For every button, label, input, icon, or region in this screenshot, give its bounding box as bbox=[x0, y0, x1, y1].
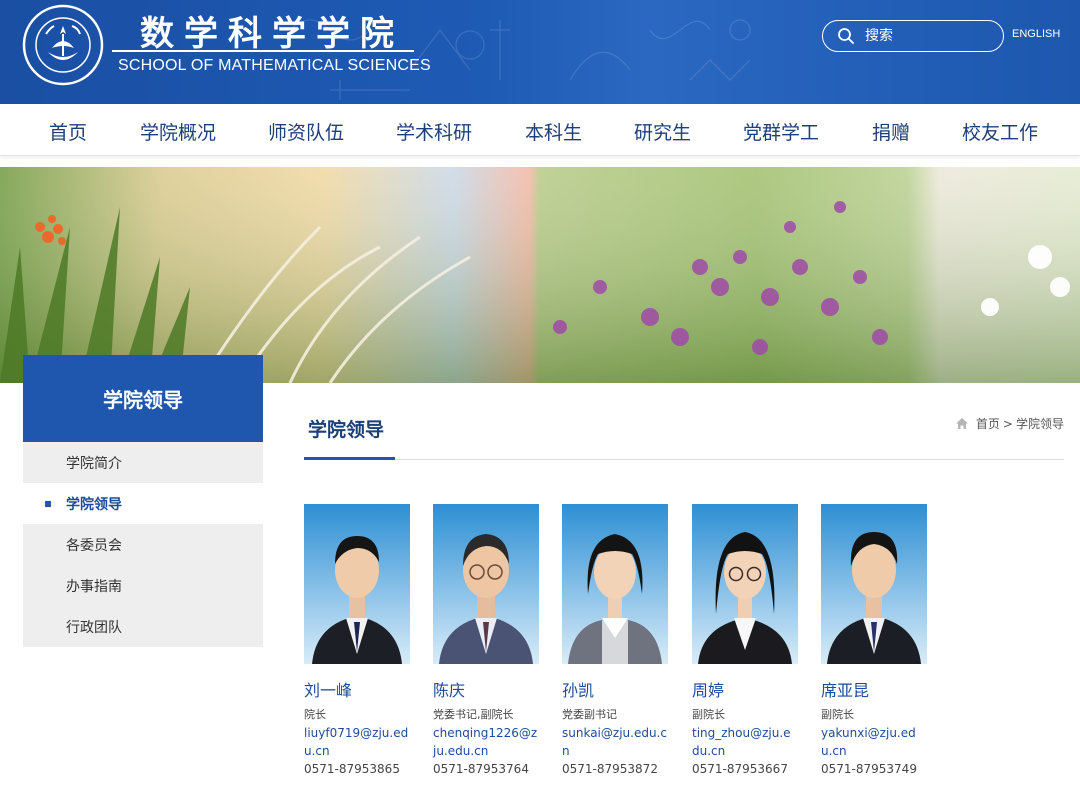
leader-photo[interactable] bbox=[821, 504, 927, 664]
leader-photo[interactable] bbox=[433, 504, 539, 664]
english-link[interactable]: ENGLISH bbox=[1012, 28, 1060, 40]
flower-banner-image bbox=[0, 167, 1080, 383]
home-icon bbox=[955, 418, 968, 429]
leader-role: 党委副书记 bbox=[562, 708, 617, 721]
leader-email[interactable]: yakunxi@zju.edu.cn bbox=[821, 724, 927, 760]
breadcrumb-home[interactable]: 首页 bbox=[976, 415, 1000, 432]
sidebar-item-intro[interactable]: 学院简介 bbox=[23, 442, 263, 483]
leader-phone: 0571-87953872 bbox=[562, 762, 658, 776]
leader-phone: 0571-87953865 bbox=[304, 762, 400, 776]
nav-item-undergraduate[interactable]: 本科生 bbox=[525, 118, 582, 145]
sidebar-header: 学院领导 bbox=[23, 355, 263, 442]
leader-name: 陈庆 bbox=[433, 681, 466, 700]
sidebar-item-label: 学院简介 bbox=[66, 455, 122, 472]
sidebar-item-label: 各委员会 bbox=[66, 537, 122, 554]
leader-name: 刘一峰 bbox=[304, 681, 353, 700]
sidebar-item-guide[interactable]: 办事指南 bbox=[23, 565, 263, 606]
leader-email[interactable]: liuyf0719@zju.edu.cn bbox=[304, 724, 410, 760]
zju-logo[interactable] bbox=[22, 4, 104, 86]
breadcrumb: 首页 > 学院领导 bbox=[955, 415, 1064, 432]
title-underline bbox=[304, 459, 1064, 460]
leader-phone: 0571-87953749 bbox=[821, 762, 917, 776]
sidebar-item-label: 学院领导 bbox=[66, 496, 122, 513]
leader-email[interactable]: sunkai@zju.edu.cn bbox=[562, 724, 668, 760]
nav-item-overview[interactable]: 学院概况 bbox=[140, 118, 216, 145]
sidebar-title: 学院领导 bbox=[103, 388, 183, 412]
leader-card[interactable]: 陈庆 党委书记,副院长 chenqing1226@zju.edu.cn 0571… bbox=[433, 504, 545, 778]
leader-name: 席亚昆 bbox=[821, 681, 870, 700]
nav-item-research[interactable]: 学术科研 bbox=[396, 118, 472, 145]
search-input[interactable] bbox=[865, 28, 995, 44]
sidebar-item-label: 办事指南 bbox=[66, 578, 122, 595]
site-header: 数学科学学院 SCHOOL OF MATHEMATICAL SCIENCES E… bbox=[0, 0, 1080, 104]
nav-item-graduate[interactable]: 研究生 bbox=[634, 118, 691, 145]
school-title-en: SCHOOL OF MATHEMATICAL SCIENCES bbox=[118, 57, 431, 74]
sidebar-item-leadership[interactable]: 学院领导 bbox=[23, 483, 263, 524]
sidebar-menu: 学院简介 学院领导 各委员会 办事指南 行政团队 bbox=[23, 442, 263, 647]
leader-phone: 0571-87953667 bbox=[692, 762, 788, 776]
page-title: 学院领导 bbox=[308, 419, 385, 441]
leader-photo[interactable] bbox=[304, 504, 410, 664]
school-title-cn: 数学科学学院 bbox=[140, 14, 404, 54]
leader-role: 党委书记,副院长 bbox=[433, 708, 514, 721]
leader-photo[interactable] bbox=[692, 504, 798, 664]
active-bullet-icon bbox=[45, 501, 51, 507]
search-box[interactable] bbox=[822, 20, 1004, 52]
breadcrumb-separator: > bbox=[1002, 416, 1013, 431]
leader-card[interactable]: 刘一峰 院长 liuyf0719@zju.edu.cn 0571-8795386… bbox=[304, 504, 416, 778]
title-underline-accent bbox=[304, 457, 395, 460]
leader-role: 院长 bbox=[304, 708, 326, 721]
nav-item-faculty[interactable]: 师资队伍 bbox=[268, 118, 344, 145]
leader-phone: 0571-87953764 bbox=[433, 762, 529, 776]
leader-name: 孙凯 bbox=[562, 681, 595, 700]
leader-card[interactable]: 孙凯 党委副书记 sunkai@zju.edu.cn 0571-87953872 bbox=[562, 504, 674, 778]
leader-card[interactable]: 席亚昆 副院长 yakunxi@zju.edu.cn 0571-87953749 bbox=[821, 504, 933, 778]
title-divider bbox=[112, 50, 414, 52]
sidebar-item-admin-team[interactable]: 行政团队 bbox=[23, 606, 263, 647]
leader-role: 副院长 bbox=[821, 708, 854, 721]
main-nav: 首页 学院概况 师资队伍 学术科研 本科生 研究生 党群学工 捐赠 校友工作 bbox=[0, 104, 1080, 156]
nav-item-party[interactable]: 党群学工 bbox=[743, 118, 819, 145]
sidebar-item-label: 行政团队 bbox=[66, 619, 122, 636]
leader-card[interactable]: 周婷 副院长 ting_zhou@zju.edu.cn 0571-8795366… bbox=[692, 504, 804, 778]
leader-role: 副院长 bbox=[692, 708, 725, 721]
search-icon[interactable] bbox=[837, 27, 855, 45]
leader-email[interactable]: chenqing1226@zju.edu.cn bbox=[433, 724, 539, 760]
nav-item-home[interactable]: 首页 bbox=[49, 118, 87, 145]
breadcrumb-current: 学院领导 bbox=[1015, 417, 1064, 431]
leader-photo[interactable] bbox=[562, 504, 668, 664]
leader-email[interactable]: ting_zhou@zju.edu.cn bbox=[692, 724, 798, 760]
nav-item-donation[interactable]: 捐赠 bbox=[872, 118, 910, 145]
sidebar-item-committees[interactable]: 各委员会 bbox=[23, 524, 263, 565]
leader-name: 周婷 bbox=[692, 681, 725, 700]
nav-item-alumni[interactable]: 校友工作 bbox=[962, 118, 1038, 145]
